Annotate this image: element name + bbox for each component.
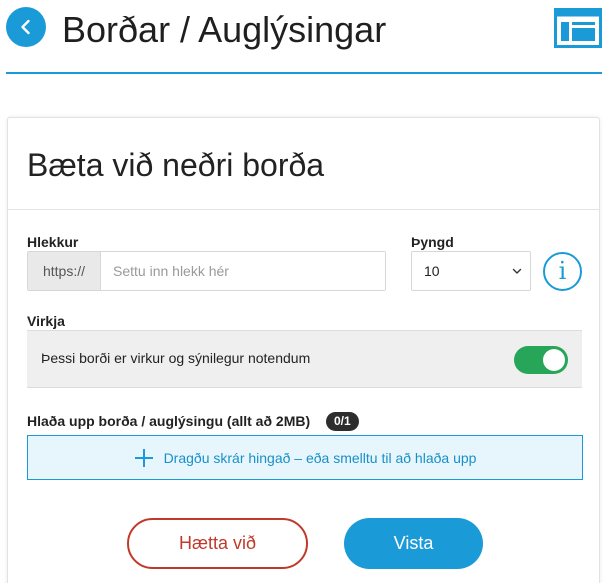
url-prefix: https://	[28, 252, 101, 290]
card-divider	[8, 209, 599, 210]
layout-toggle-button[interactable]	[554, 8, 602, 48]
weight-select[interactable]: 10	[411, 251, 531, 291]
info-button[interactable]: i	[543, 252, 582, 291]
weight-label: Þyngd	[411, 234, 454, 250]
upload-count-badge: 0/1	[326, 412, 359, 431]
active-toggle-row: Þessi borði er virkur og sýnilegur noten…	[27, 330, 582, 388]
form-card: Bæta við neðri borða Hlekkur https:// Þy…	[7, 117, 600, 583]
active-label: Virkja	[27, 313, 65, 329]
dropzone-text: Dragðu skrár hingað – eða smelltu til að…	[163, 449, 477, 466]
toggle-knob	[543, 349, 565, 371]
link-input-group: https://	[27, 251, 386, 291]
page-title: Borðar / Auglýsingar	[62, 9, 387, 50]
save-button[interactable]: Vista	[344, 518, 483, 569]
upload-dropzone[interactable]: Dragðu skrár hingað – eða smelltu til að…	[27, 435, 583, 480]
active-toggle-switch[interactable]	[514, 346, 568, 374]
link-label: Hlekkur	[27, 234, 79, 250]
plus-icon	[134, 448, 153, 467]
page-header: Borðar / Auglýsingar	[0, 0, 607, 74]
chevron-down-icon	[512, 268, 522, 274]
back-button[interactable]	[6, 7, 46, 47]
chevron-left-icon	[21, 19, 30, 35]
header-divider	[6, 72, 602, 74]
upload-label: Hlaða upp borða / auglýsingu (allt að 2M…	[27, 413, 311, 429]
card-title: Bæta við neðri borða	[27, 147, 325, 183]
link-input[interactable]	[101, 252, 385, 290]
layout-icon	[554, 8, 602, 48]
active-toggle-description: Þessi borði er virkur og sýnilegur noten…	[41, 350, 311, 366]
info-icon: i	[558, 257, 567, 285]
weight-selected-value: 10	[424, 263, 440, 279]
cancel-button[interactable]: Hætta við	[127, 518, 308, 569]
